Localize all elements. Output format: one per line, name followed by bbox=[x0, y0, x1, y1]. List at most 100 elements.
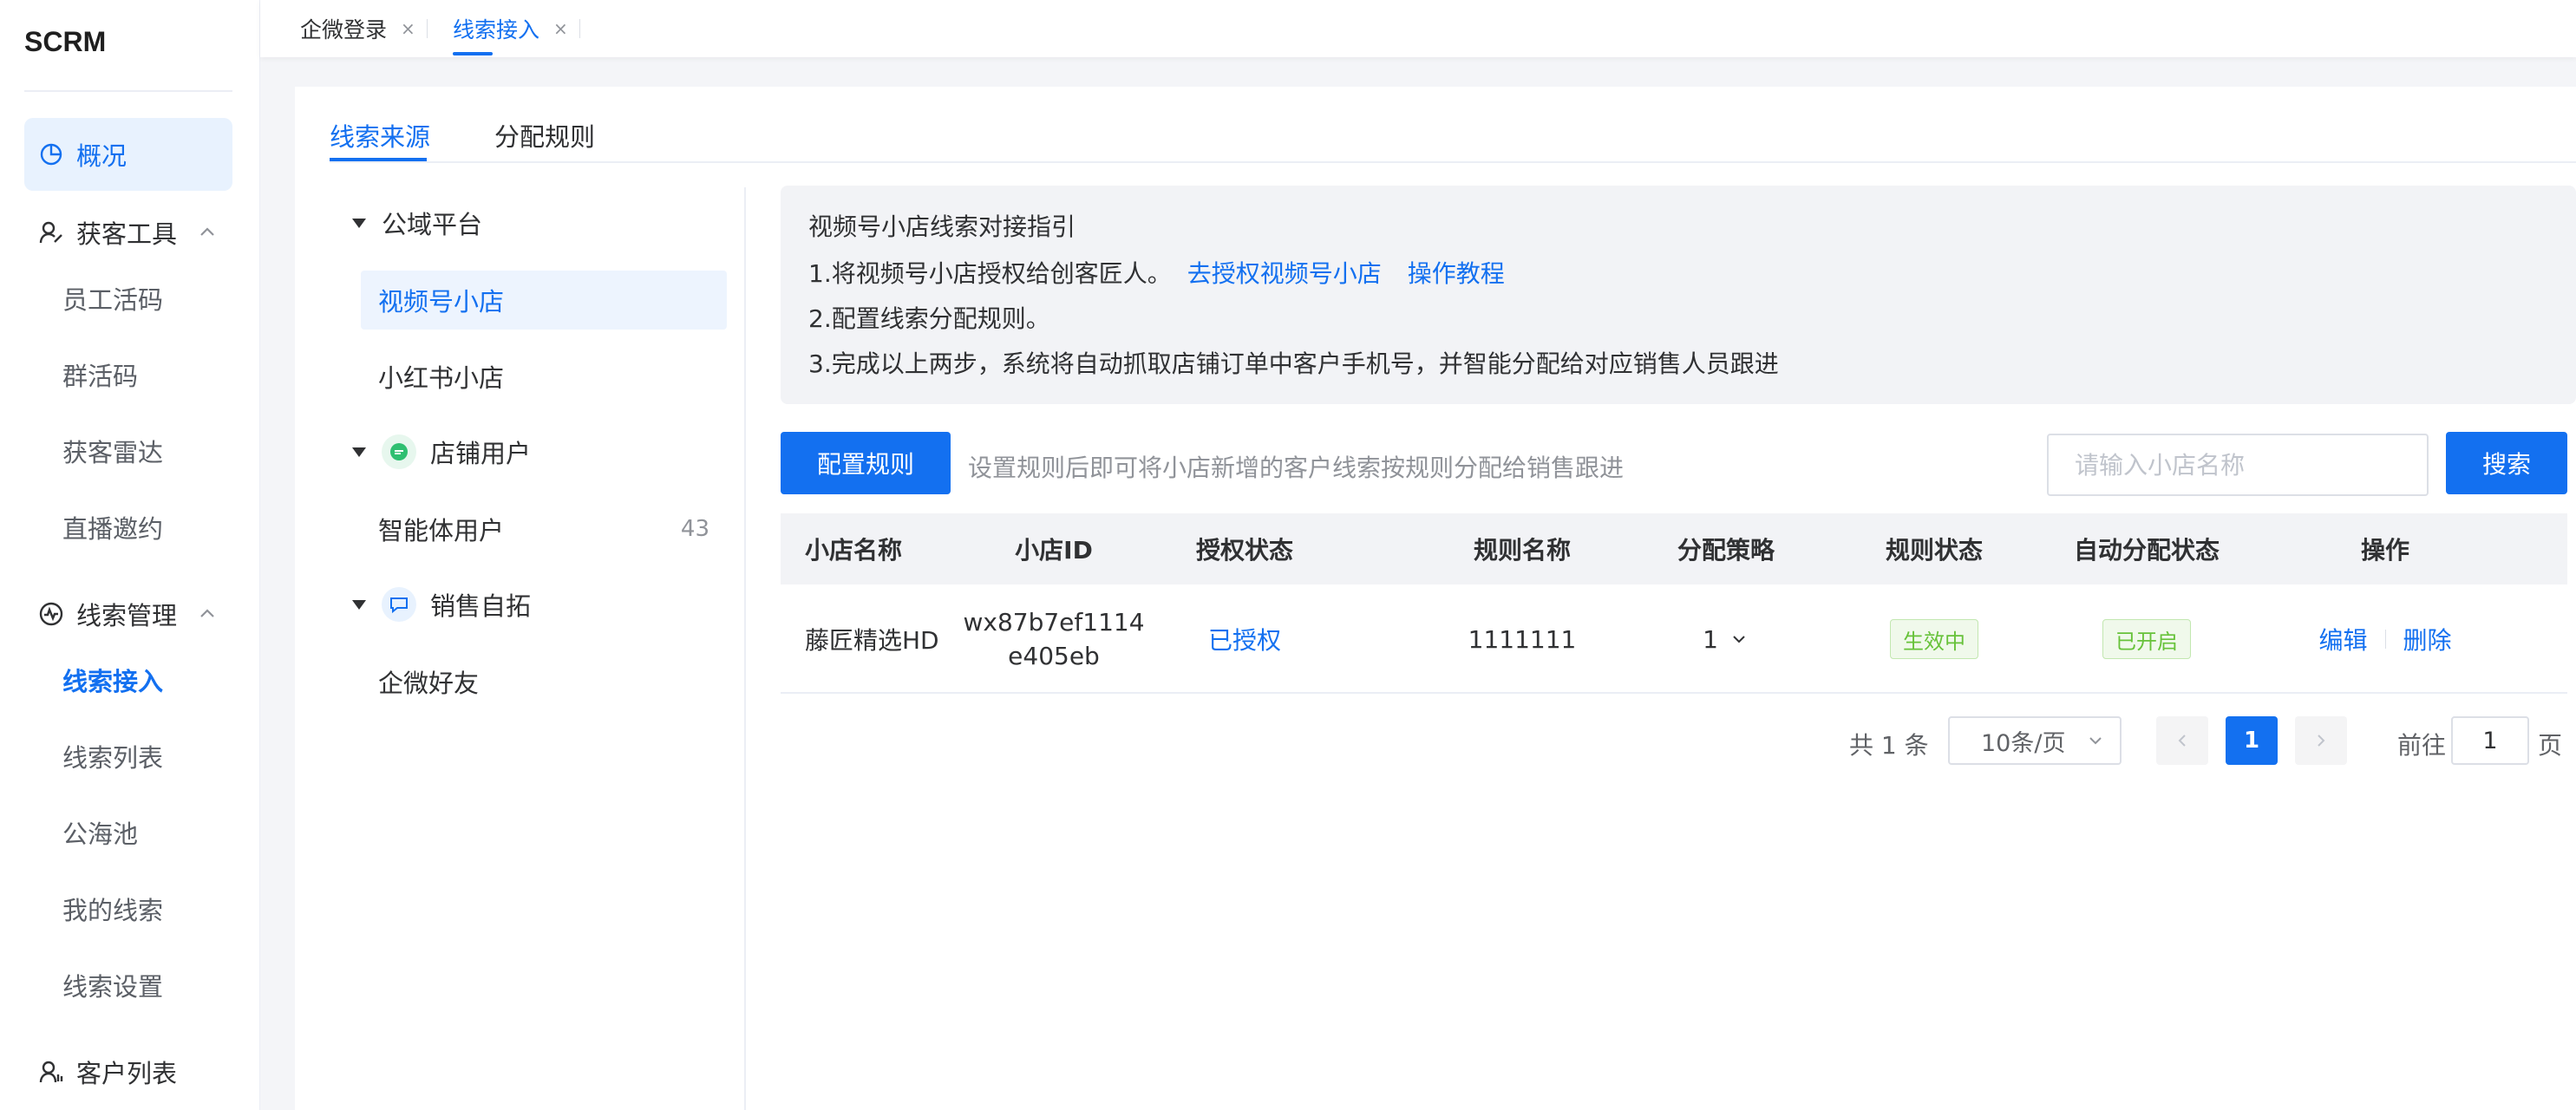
action-divider bbox=[2384, 630, 2386, 649]
tab-divider bbox=[427, 19, 428, 38]
table-header: 小店名称 小店ID 授权状态 规则名称 分配策略 规则状态 自动分配状态 操作 bbox=[781, 513, 2567, 584]
sidebar: SCRM 概况 获客工具 员工活码 群活码 获客雷达 直播邀约 线索管理 线索接… bbox=[0, 0, 260, 1110]
sidebar-item-lead-intake[interactable]: 线索接入 bbox=[62, 654, 163, 706]
sidebar-item-label: 概况 bbox=[76, 141, 127, 171]
cell-shop-name: 藤匠精选HD bbox=[805, 626, 939, 655]
caret-down-icon bbox=[352, 599, 366, 610]
sidebar-item-my-leads[interactable]: 我的线索 bbox=[62, 883, 163, 935]
tree-node-label: 销售自拓 bbox=[430, 591, 532, 621]
tree-leaf-label: 企微好友 bbox=[378, 669, 480, 698]
edit-button[interactable]: 编辑 bbox=[2318, 622, 2367, 656]
sidebar-item-public-pool[interactable]: 公海池 bbox=[62, 806, 138, 859]
tree-leaf-xiaohongshu-shop[interactable]: 小红书小店 bbox=[361, 347, 727, 406]
config-rules-button[interactable]: 配置规则 bbox=[781, 432, 951, 494]
sidebar-group-leads[interactable]: 线索管理 bbox=[24, 578, 232, 650]
tree-leaf-channels-shop[interactable]: 视频号小店 bbox=[361, 271, 727, 330]
sidebar-item-label: 客户列表 bbox=[76, 1059, 178, 1088]
cell-shop-id: wx87b7ef1114 e405eb bbox=[954, 584, 1154, 694]
customer-icon bbox=[38, 1059, 64, 1085]
goto-label: 前往 bbox=[2397, 731, 2447, 760]
tree-leaf-wecom-friends[interactable]: 企微好友 bbox=[361, 652, 727, 711]
tree-node-shop-users[interactable]: 店铺用户 bbox=[352, 423, 531, 480]
tree-node-label: 店铺用户 bbox=[430, 439, 532, 468]
tutorial-link[interactable]: 操作教程 bbox=[1408, 259, 1505, 288]
tab-wecom-login[interactable]: 企微登录 × bbox=[300, 0, 415, 57]
next-page-button[interactable] bbox=[2295, 716, 2347, 765]
chevron-right-icon bbox=[2318, 735, 2325, 747]
sidebar-item-lead-list[interactable]: 线索列表 bbox=[62, 730, 163, 782]
active-tab-indicator bbox=[330, 158, 427, 161]
shop-id-text: wx87b7ef1114 bbox=[963, 608, 1145, 637]
page-size-select[interactable]: 10条/页 bbox=[1948, 716, 2122, 765]
column-header: 小店名称 bbox=[805, 536, 903, 565]
pie-chart-icon bbox=[38, 141, 64, 167]
guide-step-3: 3.完成以上两步，系统将自动抓取店铺订单中客户手机号，并智能分配给对应销售人员跟… bbox=[808, 349, 1779, 378]
sidebar-item-live-invite[interactable]: 直播邀约 bbox=[62, 501, 163, 553]
column-header: 自动分配状态 bbox=[2073, 536, 2220, 565]
goto-page-input[interactable] bbox=[2451, 716, 2529, 765]
tree-divider bbox=[744, 187, 746, 1110]
chevron-left-icon bbox=[2178, 735, 2186, 747]
strategy-value: 1 bbox=[1703, 624, 1718, 654]
column-header: 规则名称 bbox=[1473, 536, 1571, 565]
count-badge: 43 bbox=[680, 516, 709, 542]
tabs-divider bbox=[330, 161, 2576, 163]
chat-bubble-icon bbox=[382, 434, 416, 469]
column-header: 规则状态 bbox=[1885, 536, 1983, 565]
guide-step-2: 2.配置线索分配规则。 bbox=[808, 304, 1050, 333]
config-hint: 设置规则后即可将小店新增的客户线索按规则分配给销售跟进 bbox=[968, 454, 1625, 482]
tree-node-label: 公域平台 bbox=[382, 210, 483, 239]
app-logo: SCRM bbox=[24, 26, 107, 57]
shop-name-search-input[interactable] bbox=[2047, 434, 2429, 496]
cell-strategy[interactable]: 1 bbox=[1639, 584, 1813, 694]
page-number-button[interactable]: 1 bbox=[2226, 716, 2278, 765]
sidebar-group-acquisition[interactable]: 获客工具 bbox=[24, 196, 232, 269]
user-tool-icon bbox=[38, 219, 64, 245]
cell-actions: 编辑 删除 bbox=[2290, 584, 2481, 694]
caret-down-icon bbox=[352, 447, 366, 457]
search-button[interactable]: 搜索 bbox=[2446, 432, 2567, 494]
sidebar-item-group-code[interactable]: 群活码 bbox=[62, 349, 138, 401]
guide-step-1: 1.将视频号小店授权给创客匠人。 去授权视频号小店 操作教程 bbox=[808, 255, 1505, 290]
guide-step-text: 1.将视频号小店授权给创客匠人。 bbox=[808, 259, 1172, 288]
page-tabs-bar: 企微登录 × 线索接入 × bbox=[260, 0, 2576, 57]
tab-label: 企微登录 bbox=[300, 17, 388, 42]
shop-id-text: e405eb bbox=[1008, 642, 1100, 670]
page-suffix: 页 bbox=[2538, 731, 2563, 760]
active-tab-indicator bbox=[453, 52, 493, 56]
status-badge: 生效中 bbox=[1890, 619, 1978, 659]
tab-lead-source[interactable]: 线索来源 bbox=[330, 109, 430, 161]
integration-guide: 视频号小店线索对接指引 1.将视频号小店授权给创客匠人。 去授权视频号小店 操作教程… bbox=[781, 186, 2576, 404]
chevron-up-icon bbox=[194, 219, 220, 245]
column-header: 小店ID bbox=[1015, 536, 1093, 565]
close-icon[interactable]: × bbox=[553, 18, 568, 39]
leads-icon bbox=[38, 601, 64, 627]
sidebar-item-lead-settings[interactable]: 线索设置 bbox=[62, 959, 163, 1011]
authorized-link[interactable]: 已授权 bbox=[1208, 622, 1281, 656]
tree-leaf-agent-users[interactable]: 智能体用户 43 bbox=[361, 500, 727, 558]
authorize-shop-link[interactable]: 去授权视频号小店 bbox=[1187, 259, 1382, 288]
tree-leaf-label: 小红书小店 bbox=[378, 363, 505, 393]
tree-node-public-platform[interactable]: 公域平台 bbox=[352, 194, 482, 251]
tab-lead-intake[interactable]: 线索接入 × bbox=[453, 0, 568, 57]
message-icon bbox=[382, 587, 416, 622]
tree-node-sales-self[interactable]: 销售自拓 bbox=[352, 576, 531, 633]
cell-auto-status: 已开启 bbox=[2030, 584, 2264, 694]
caret-down-icon bbox=[352, 218, 366, 228]
tab-label: 线索接入 bbox=[453, 17, 540, 42]
page-size-value: 10条/页 bbox=[1981, 729, 2066, 757]
prev-page-button[interactable] bbox=[2156, 716, 2208, 765]
delete-button[interactable]: 删除 bbox=[2403, 622, 2452, 656]
sidebar-item-customer-list[interactable]: 客户列表 bbox=[24, 1035, 232, 1108]
sidebar-item-employee-code[interactable]: 员工活码 bbox=[62, 272, 163, 324]
guide-title: 视频号小店线索对接指引 bbox=[808, 212, 1076, 241]
close-icon[interactable]: × bbox=[401, 18, 415, 39]
tab-distribution-rules[interactable]: 分配规则 bbox=[494, 109, 595, 161]
sidebar-item-overview[interactable]: 概况 bbox=[24, 118, 232, 191]
sidebar-item-radar[interactable]: 获客雷达 bbox=[62, 425, 163, 477]
table-row: 藤匠精选HD wx87b7ef1114 e405eb 已授权 1111111 1… bbox=[781, 584, 2567, 694]
chevron-down-icon bbox=[1729, 629, 1749, 650]
pagination-total: 共 1 条 bbox=[1849, 731, 1929, 760]
cell-auth-status: 已授权 bbox=[1154, 584, 1336, 694]
tree-leaf-label: 视频号小店 bbox=[378, 287, 505, 317]
